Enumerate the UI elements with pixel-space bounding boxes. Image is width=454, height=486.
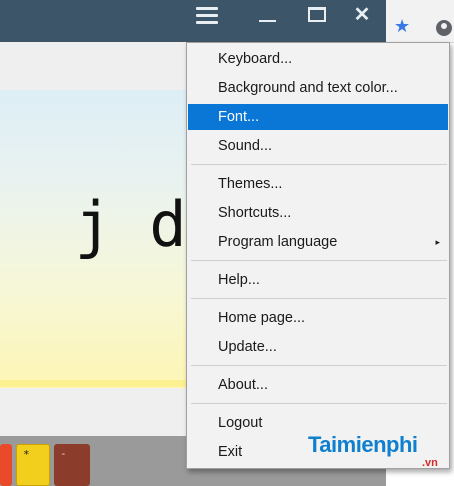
practice-text: j d [0, 188, 187, 261]
watermark-logo: Taimienphi [308, 432, 418, 457]
menu-separator [191, 298, 447, 299]
menu-item-update[interactable]: Update... [188, 334, 448, 360]
keyboard-key: - [54, 444, 90, 486]
menu-item-themes[interactable]: Themes... [188, 171, 448, 197]
menu-item-shortcuts[interactable]: Shortcuts... [188, 200, 448, 226]
menu-item-label: Program language [218, 234, 338, 250]
menu-item-keyboard[interactable]: Keyboard... [188, 46, 448, 72]
menu-item-sound[interactable]: Sound... [188, 133, 448, 159]
menu-separator [191, 365, 447, 366]
browser-toolbar: ★ [386, 0, 454, 42]
menu-item-font[interactable]: Font... [188, 104, 448, 130]
close-icon[interactable]: ✕ [352, 3, 372, 27]
menu-separator [191, 260, 447, 261]
menu-separator [191, 403, 447, 404]
account-icon[interactable] [436, 20, 452, 36]
keyboard-key-highlighted: * [16, 444, 50, 486]
submenu-arrow-icon: ▸ [435, 237, 440, 247]
menu-item-about[interactable]: About... [188, 372, 448, 398]
menu-item-background-color[interactable]: Background and text color... [188, 75, 448, 101]
menu-item-home-page[interactable]: Home page... [188, 305, 448, 331]
menu-item-program-language[interactable]: Program language ▸ [188, 229, 448, 255]
menu-separator [191, 164, 447, 165]
watermark-suffix: .vn [422, 457, 438, 469]
keyboard-key [0, 444, 12, 486]
settings-menu: Keyboard... Background and text color...… [186, 42, 450, 469]
menu-item-help[interactable]: Help... [188, 267, 448, 293]
minimize-icon[interactable] [259, 20, 276, 22]
maximize-icon[interactable] [308, 7, 326, 22]
title-bar: ✕ [0, 0, 386, 42]
hamburger-icon[interactable] [196, 7, 218, 25]
star-icon[interactable]: ★ [394, 17, 410, 35]
